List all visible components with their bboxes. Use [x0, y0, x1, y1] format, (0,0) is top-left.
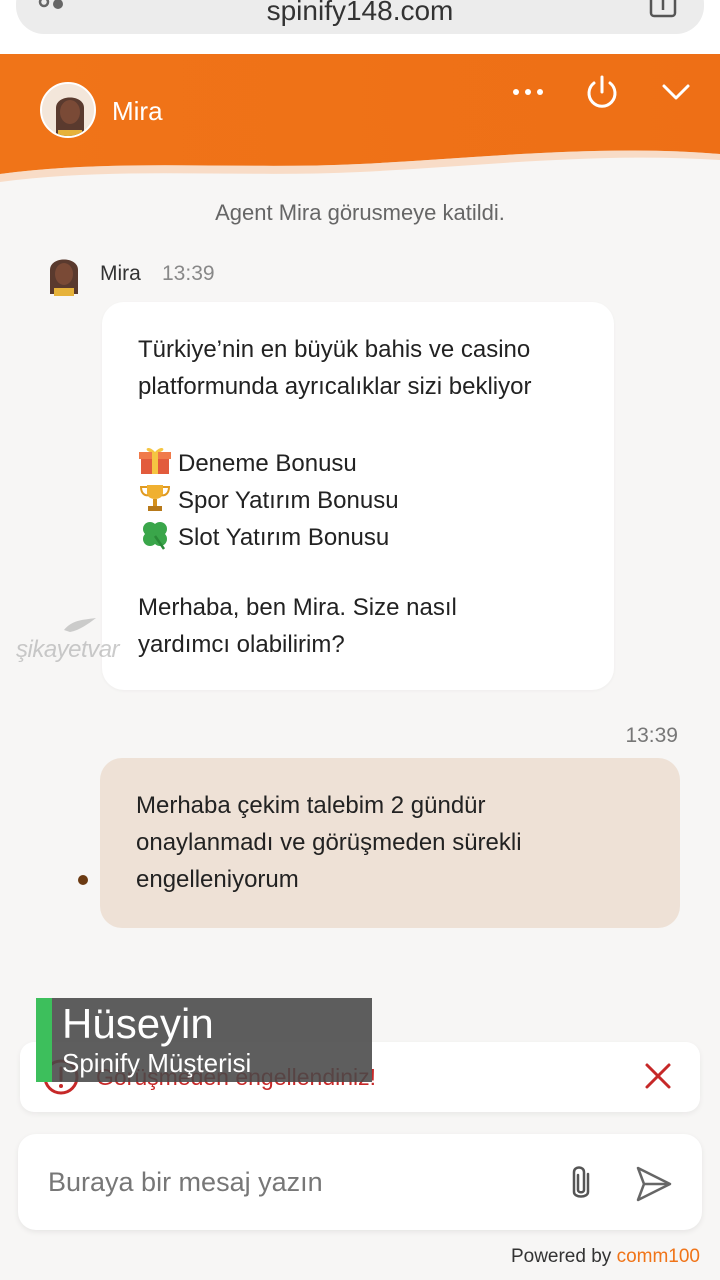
powered-by: Powered by comm100 — [511, 1246, 700, 1268]
agent-message-avatar — [50, 259, 78, 296]
message-status-dot — [78, 875, 88, 885]
agent-message-bubble: Türkiye’nin en büyük bahis ve casino pla… — [102, 302, 614, 690]
bonus-item: Deneme Bonusu — [138, 446, 357, 478]
send-icon[interactable] — [634, 1164, 674, 1204]
user-message-time: 13:39 — [625, 724, 678, 747]
watermark-logo: şikayetvar — [16, 616, 146, 663]
chevron-down-icon[interactable] — [656, 72, 696, 112]
message-time: 13:39 — [162, 262, 215, 285]
gift-icon — [139, 447, 171, 474]
bonus-label: Deneme Bonusu — [178, 450, 357, 477]
message-input[interactable] — [48, 1160, 548, 1204]
caption-subtitle: Spinify Müşterisi — [62, 1048, 252, 1078]
agent-avatar — [40, 82, 96, 138]
message-line: Merhaba, ben Mira. Size nasıl — [138, 594, 457, 621]
trophy-icon — [139, 485, 171, 511]
message-line: platformunda ayrıcalıklar sizi bekliyor — [138, 373, 532, 400]
four-leaf-clover-icon — [143, 522, 167, 550]
bonus-label: Slot Yatırım Bonusu — [178, 524, 390, 551]
url-bar[interactable]: spinify148.com — [16, 0, 704, 34]
bird-icon — [64, 618, 96, 632]
more-icon[interactable] — [508, 72, 548, 112]
message-composer — [18, 1134, 702, 1230]
message-line: yardımcı olabilirim? — [138, 631, 345, 658]
user-message-bubble: Merhaba çekim talebim 2 gündür onaylanma… — [100, 758, 680, 928]
message-line: engelleniyorum — [136, 866, 299, 893]
message-author: Mira — [100, 262, 141, 285]
system-message: Agent Mira görusmeye katildi. — [215, 200, 505, 225]
chat-header: Mira — [0, 54, 720, 184]
bonus-item: Spor Yatırım Bonusu — [138, 483, 399, 515]
watermark-text: şikayetvar — [16, 636, 120, 663]
powered-by-brand[interactable]: comm100 — [617, 1246, 700, 1267]
video-caption: Hüseyin Spinify Müşterisi — [36, 998, 372, 1082]
bonus-item: Slot Yatırım Bonusu — [138, 520, 389, 552]
bonus-label: Spor Yatırım Bonusu — [178, 487, 399, 514]
powered-by-label: Powered by — [510, 1246, 612, 1267]
browser-top-bar: spinify148.com — [0, 0, 720, 54]
paperclip-icon[interactable] — [564, 1162, 598, 1204]
url-text: spinify148.com — [266, 0, 454, 26]
message-line: Merhaba çekim talebim 2 gündür — [136, 792, 486, 819]
tabs-icon[interactable] — [648, 0, 678, 20]
caption-name: Hüseyin — [62, 1000, 214, 1047]
message-line: onaylanmadı ve görüşmeden sürekli — [136, 829, 522, 856]
close-icon[interactable] — [642, 1060, 674, 1092]
message-line: Türkiye’nin en büyük bahis ve casino — [138, 336, 531, 363]
agent-name: Mira — [112, 96, 163, 126]
caption-accent — [36, 998, 52, 1082]
power-icon[interactable] — [582, 72, 622, 112]
